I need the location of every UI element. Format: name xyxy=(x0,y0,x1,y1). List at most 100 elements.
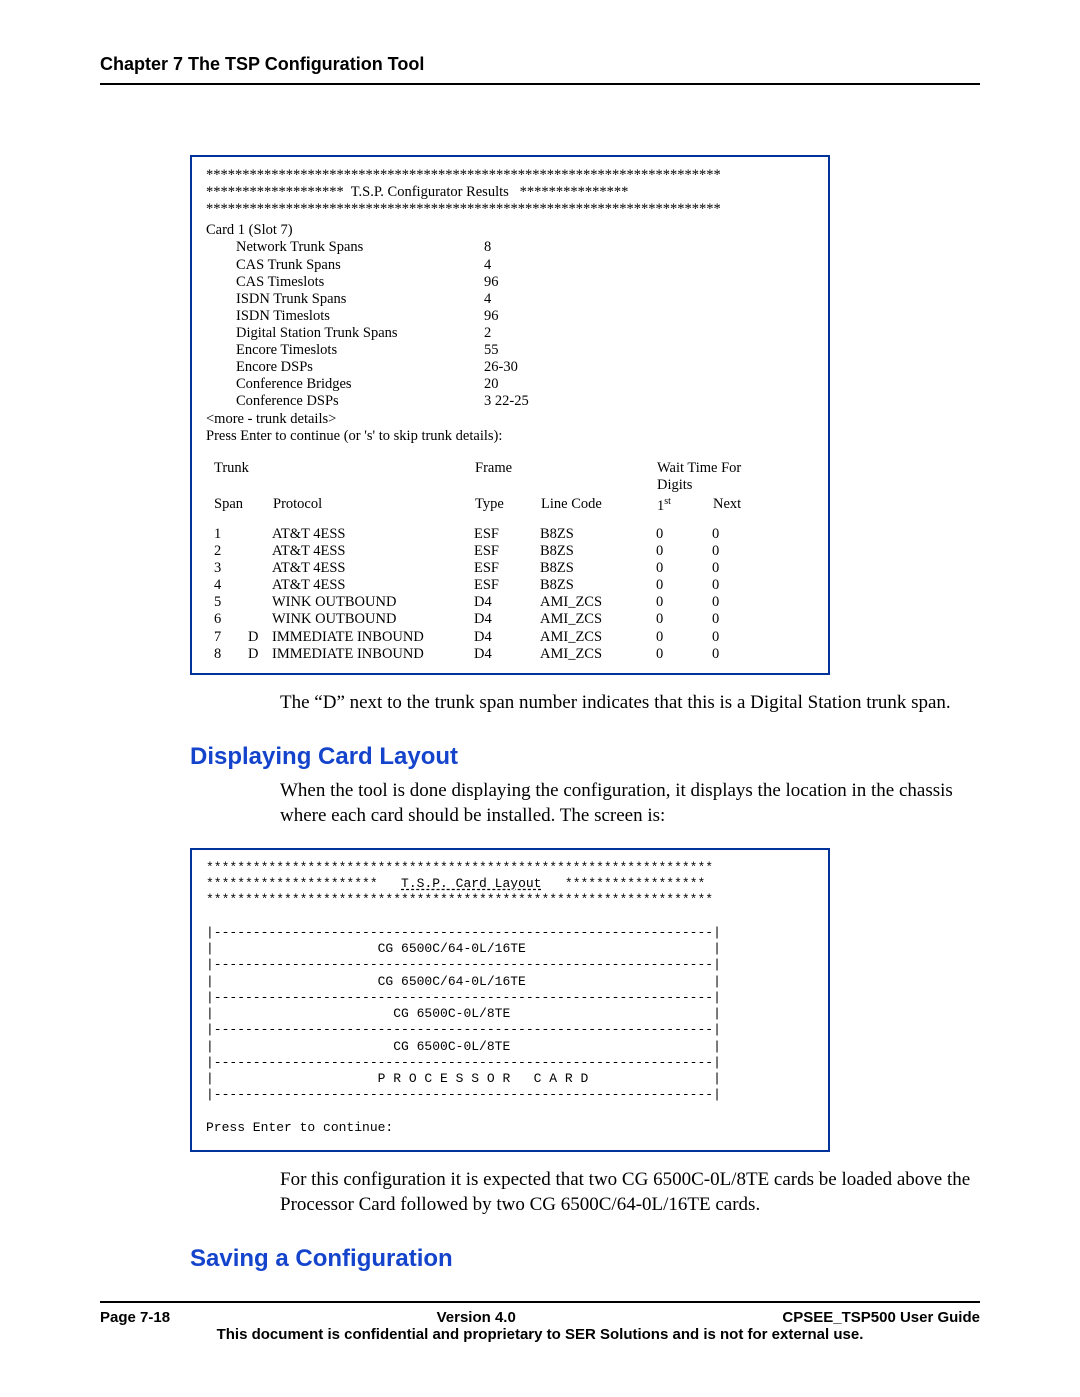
spec-value: 26-30 xyxy=(484,359,537,376)
cell-proto: AT&T 4ESS xyxy=(272,560,474,577)
heading-saving-configuration: Saving a Configuration xyxy=(190,1245,980,1273)
trunk-row: 4AT&T 4ESSESFB8ZS00 xyxy=(206,577,778,594)
footer-guide: CPSEE_TSP500 User Guide xyxy=(782,1309,980,1326)
footer-version: Version 4.0 xyxy=(437,1309,516,1326)
separator-line: ****************************************… xyxy=(206,167,814,184)
cell-w2: 0 xyxy=(712,629,778,646)
spec-label: Conference Bridges xyxy=(236,376,484,393)
spec-label: ISDN Timeslots xyxy=(236,308,484,325)
chapter-title: Chapter 7 The TSP Configuration Tool xyxy=(100,54,424,74)
spec-row: Encore Timeslots55 xyxy=(236,342,537,359)
layout-row: | CG 6500C/64-0L/16TE | xyxy=(206,974,721,989)
hdr-wait: Wait Time For Digits xyxy=(656,459,778,495)
cell-w2: 0 xyxy=(712,560,778,577)
spec-label: Digital Station Trunk Spans xyxy=(236,325,484,342)
cell-flag xyxy=(248,526,272,543)
cell-span: 5 xyxy=(206,594,248,611)
cell-w2: 0 xyxy=(712,526,778,543)
cell-w1: 0 xyxy=(656,629,712,646)
cell-w1: 0 xyxy=(656,594,712,611)
cell-ftype: D4 xyxy=(474,611,540,628)
footer-page: Page 7-18 xyxy=(100,1309,170,1326)
trunk-header-row: Trunk Frame Wait Time For Digits xyxy=(206,459,778,495)
cell-proto: AT&T 4ESS xyxy=(272,526,474,543)
hdr-proto: Protocol xyxy=(272,495,474,516)
press-enter: Press Enter to continue: xyxy=(206,1120,393,1135)
spec-label: Encore Timeslots xyxy=(236,342,484,359)
div: |---------------------------------------… xyxy=(206,1055,721,1070)
sep: ****************************************… xyxy=(206,860,713,875)
cell-w1: 0 xyxy=(656,646,712,663)
layout-row: | P R O C E S S O R C A R D | xyxy=(206,1071,721,1086)
card-spec-table: Network Trunk Spans8 CAS Trunk Spans4 CA… xyxy=(236,239,537,410)
separator-line: ****************************************… xyxy=(206,201,814,218)
page-header: Chapter 7 The TSP Configuration Tool xyxy=(100,54,980,85)
cell-ftype: D4 xyxy=(474,646,540,663)
cell-w2: 0 xyxy=(712,594,778,611)
spec-value: 3 22-25 xyxy=(484,393,537,410)
trunk-row: 3AT&T 4ESSESFB8ZS00 xyxy=(206,560,778,577)
cell-flag xyxy=(248,611,272,628)
cell-lcode: AMI_ZCS xyxy=(540,594,656,611)
paragraph-d-note: The “D” next to the trunk span number in… xyxy=(280,691,980,716)
cell-ftype: ESF xyxy=(474,543,540,560)
spec-label: CAS Timeslots xyxy=(236,274,484,291)
cell-lcode: B8ZS xyxy=(540,526,656,543)
trunk-row: 2AT&T 4ESSESFB8ZS00 xyxy=(206,543,778,560)
spec-row: CAS Timeslots96 xyxy=(236,274,537,291)
hdr-first: 1st xyxy=(656,495,712,516)
spec-value: 8 xyxy=(484,239,537,256)
cell-proto: IMMEDIATE INBOUND xyxy=(272,646,474,663)
cell-w1: 0 xyxy=(656,543,712,560)
cell-span: 4 xyxy=(206,577,248,594)
cell-proto: AT&T 4ESS xyxy=(272,543,474,560)
div: |---------------------------------------… xyxy=(206,990,721,1005)
cell-span: 3 xyxy=(206,560,248,577)
cell-lcode: B8ZS xyxy=(540,577,656,594)
paragraph-config-expect: For this configuration it is expected th… xyxy=(280,1168,980,1217)
cell-flag xyxy=(248,560,272,577)
press-line: Press Enter to continue (or 's' to skip … xyxy=(206,428,814,445)
heading-displaying-card-layout: Displaying Card Layout xyxy=(190,743,980,771)
spec-value: 4 xyxy=(484,291,537,308)
div: |---------------------------------------… xyxy=(206,957,721,972)
div: |---------------------------------------… xyxy=(206,1087,721,1102)
cell-lcode: AMI_ZCS xyxy=(540,646,656,663)
spec-value: 20 xyxy=(484,376,537,393)
sep: ****************************************… xyxy=(206,892,713,907)
cell-w2: 0 xyxy=(712,646,778,663)
layout-row: | CG 6500C-0L/8TE | xyxy=(206,1039,721,1054)
card-layout-box: ****************************************… xyxy=(190,848,830,1152)
cell-proto: IMMEDIATE INBOUND xyxy=(272,629,474,646)
trunk-row: 7DIMMEDIATE INBOUNDD4AMI_ZCS00 xyxy=(206,629,778,646)
card-slot-line: Card 1 (Slot 7) xyxy=(206,222,814,239)
cell-span: 8 xyxy=(206,646,248,663)
hdr-trunk: Trunk xyxy=(206,459,272,495)
spec-value: 55 xyxy=(484,342,537,359)
footer-confidential: This document is confidential and propri… xyxy=(100,1326,980,1343)
cell-flag: D xyxy=(248,646,272,663)
spec-label: Conference DSPs xyxy=(236,393,484,410)
spec-label: ISDN Trunk Spans xyxy=(236,291,484,308)
cell-ftype: ESF xyxy=(474,577,540,594)
paragraph-layout-intro: When the tool is done displaying the con… xyxy=(280,779,980,828)
cell-flag xyxy=(248,577,272,594)
hdr-line: Line Code xyxy=(540,495,656,516)
cell-proto: WINK OUTBOUND xyxy=(272,611,474,628)
trunk-row: 6WINK OUTBOUNDD4AMI_ZCS00 xyxy=(206,611,778,628)
spec-label: Encore DSPs xyxy=(236,359,484,376)
cell-lcode: B8ZS xyxy=(540,560,656,577)
hdr-type: Type xyxy=(474,495,540,516)
hdr-span: Span xyxy=(206,495,248,516)
spec-value: 96 xyxy=(484,308,537,325)
layout-title-left: ********************** xyxy=(206,876,401,891)
layout-title: T.S.P. Card Layout xyxy=(401,876,541,891)
cell-proto: WINK OUTBOUND xyxy=(272,594,474,611)
cell-flag: D xyxy=(248,629,272,646)
layout-row: | CG 6500C/64-0L/16TE | xyxy=(206,941,721,956)
cell-w2: 0 xyxy=(712,577,778,594)
trunk-row: 8DIMMEDIATE INBOUNDD4AMI_ZCS00 xyxy=(206,646,778,663)
spec-row: Network Trunk Spans8 xyxy=(236,239,537,256)
spec-row: ISDN Trunk Spans4 xyxy=(236,291,537,308)
spec-value: 96 xyxy=(484,274,537,291)
